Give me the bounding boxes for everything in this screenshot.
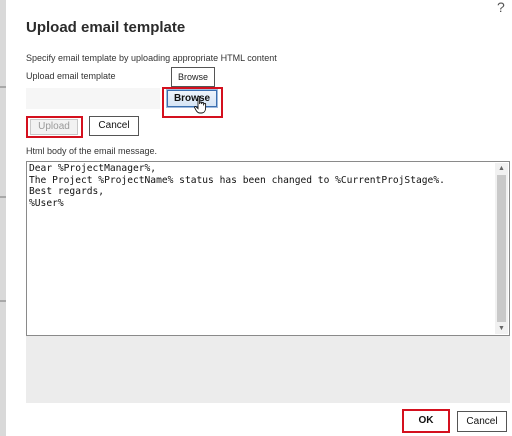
help-icon[interactable]: ? [497, 0, 505, 14]
html-body-text[interactable]: Dear %ProjectManager%, The Project %Proj… [29, 163, 491, 335]
edge-notch [0, 86, 6, 88]
hand-cursor-icon [194, 96, 207, 114]
html-body-editor[interactable]: Dear %ProjectManager%, The Project %Proj… [26, 161, 510, 336]
html-body-label: Html body of the email message. [26, 146, 158, 156]
upload-template-label: Upload email template [26, 71, 116, 81]
cancel-upload-button[interactable]: Cancel [89, 116, 139, 136]
scroll-thumb[interactable] [497, 175, 506, 322]
dialog-title: Upload email template [26, 19, 186, 36]
window-left-edge [0, 0, 6, 436]
ok-button[interactable]: OK [405, 412, 447, 430]
browse-button[interactable]: Browse [166, 89, 218, 108]
dialog-description: Specify email template by uploading appr… [26, 53, 277, 63]
upload-button[interactable]: Upload [30, 119, 78, 135]
editor-footer-area [26, 336, 510, 403]
chevron-up-icon[interactable]: ▲ [495, 163, 508, 174]
cancel-dialog-button[interactable]: Cancel [457, 411, 507, 432]
edge-notch [0, 196, 6, 198]
edge-notch [0, 300, 6, 302]
file-path-input[interactable] [26, 88, 160, 109]
editor-scrollbar[interactable]: ▲ ▼ [495, 163, 508, 334]
chevron-down-icon[interactable]: ▼ [495, 323, 508, 334]
browse-tooltip: Browse [171, 67, 215, 87]
